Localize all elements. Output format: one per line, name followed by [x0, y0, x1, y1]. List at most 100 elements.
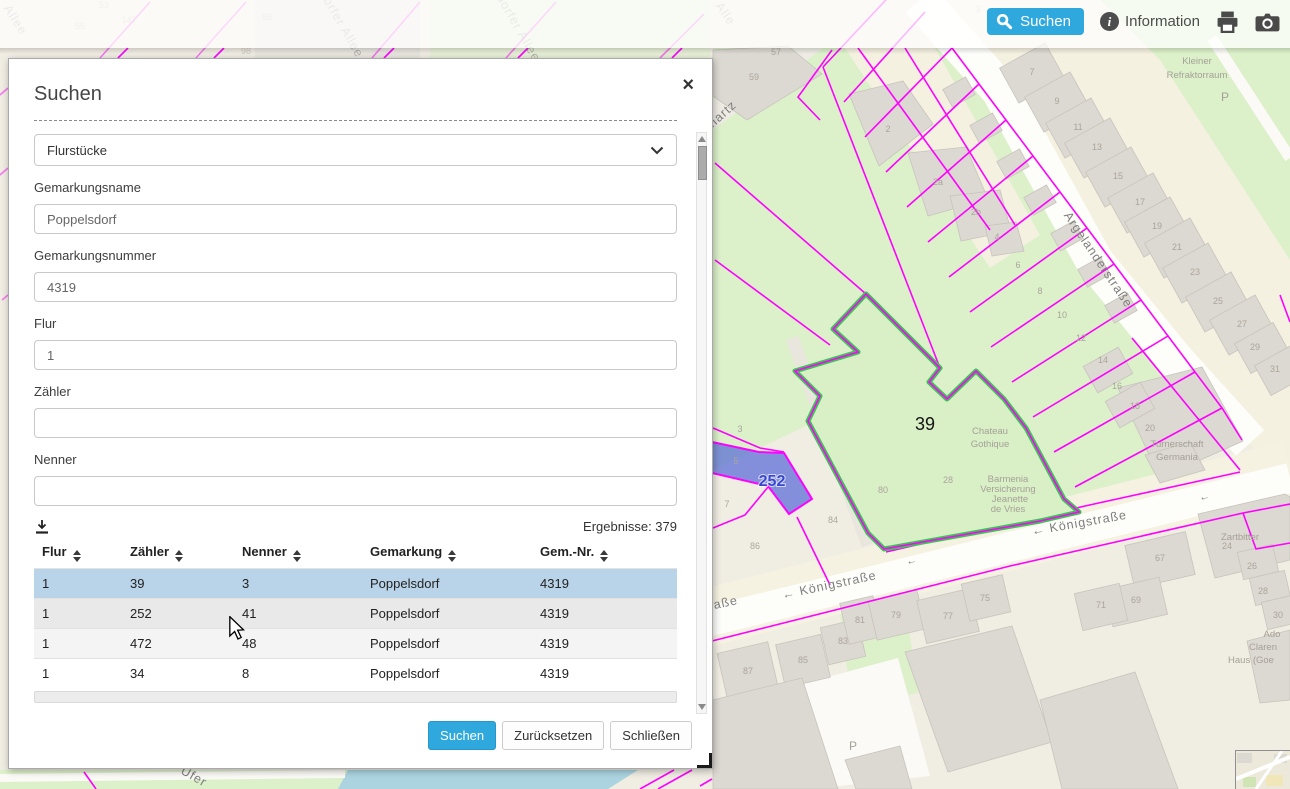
map-label: 79 — [891, 610, 901, 620]
zaehler-input[interactable] — [34, 408, 677, 438]
sort-icon — [293, 550, 301, 562]
dialog-resize-handle[interactable] — [697, 753, 712, 768]
toolbar-search-button[interactable]: Suchen — [987, 8, 1084, 35]
table-cell: 4319 — [532, 569, 677, 599]
table-row[interactable]: 1348Poppelsdorf4319 — [34, 659, 677, 689]
map-label: 75 — [980, 593, 990, 603]
table-row[interactable]: 125241Poppelsdorf4319 — [34, 599, 677, 629]
field-zaehler: Zähler — [34, 384, 677, 438]
map-label: 2 — [885, 124, 890, 134]
map-label: Kleiner — [1182, 56, 1212, 67]
map-label: 69 — [1131, 595, 1141, 605]
table-cell: 4319 — [532, 599, 677, 629]
field-gemarkungsname: Gemarkungsname — [34, 180, 677, 234]
map-label: 59 — [749, 72, 759, 82]
table-cell: 1 — [34, 569, 122, 599]
gemarkungsnummer-label: Gemarkungsnummer — [34, 248, 677, 263]
table-cell: 3 — [234, 569, 362, 599]
print-icon[interactable] — [1216, 11, 1239, 33]
table-row[interactable]: 147248Poppelsdorf4319 — [34, 629, 677, 659]
info-icon: i — [1100, 12, 1119, 31]
map-label: 85 — [798, 655, 808, 665]
column-header[interactable]: Gemarkung — [362, 538, 532, 569]
map-label: 13 — [1092, 142, 1102, 152]
map-label: 26 — [1247, 561, 1257, 571]
screenshot-camera-icon[interactable] — [1255, 12, 1280, 32]
close-button[interactable]: Schließen — [610, 721, 692, 750]
sort-icon — [73, 550, 81, 562]
map-label: 83 — [838, 636, 848, 646]
map-label: 6 — [1015, 260, 1020, 270]
table-cell: 41 — [234, 599, 362, 629]
table-row[interactable]: 1393Poppelsdorf4319 — [34, 569, 677, 599]
download-icon[interactable] — [34, 519, 50, 534]
table-cell: Poppelsdorf — [362, 599, 532, 629]
map-label: Refraktorraum — [1167, 70, 1228, 81]
table-cell: 8 — [234, 659, 362, 689]
dialog-vertical-scrollbar[interactable] — [696, 132, 707, 714]
gemarkungsname-label: Gemarkungsname — [34, 180, 677, 195]
table-cell: 39 — [122, 569, 234, 599]
scrollbar-thumb[interactable] — [698, 146, 707, 180]
table-cell: 4319 — [532, 629, 677, 659]
table-header-row: FlurZählerNennerGemarkungGem.-Nr. — [34, 538, 677, 569]
map-label: 20 — [1145, 423, 1155, 433]
table-cell: 48 — [234, 629, 362, 659]
map-label: 30 — [1273, 610, 1283, 620]
table-cell: 1 — [34, 629, 122, 659]
overview-minimap[interactable] — [1235, 750, 1290, 789]
map-label: 27 — [1237, 319, 1247, 329]
search-type-value: Flurstücke — [47, 143, 107, 158]
nenner-input[interactable] — [34, 476, 677, 506]
map-label: 252 — [759, 473, 786, 490]
dialog-title: Suchen — [34, 83, 677, 106]
search-icon — [996, 13, 1013, 30]
toolbar-information-label: Information — [1125, 13, 1200, 30]
map-label: 5 — [733, 456, 738, 466]
map-label: Ado — [1264, 629, 1281, 640]
map-label: 29 — [1250, 342, 1260, 352]
scroll-down-icon[interactable] — [698, 704, 706, 710]
map-label: 67 — [1155, 553, 1165, 563]
map-label: 14 — [1098, 355, 1108, 365]
reset-button[interactable]: Zurücksetzen — [502, 721, 604, 750]
map-label: Haus (Goe — [1228, 655, 1274, 666]
map-label: 19 — [1152, 221, 1162, 231]
map-label: Claren — [1249, 642, 1277, 653]
gemarkungsnummer-input[interactable] — [34, 272, 677, 302]
table-cell: Poppelsdorf — [362, 569, 532, 599]
column-header[interactable]: Gem.-Nr. — [532, 538, 677, 569]
zaehler-label: Zähler — [34, 384, 677, 399]
scroll-up-icon[interactable] — [698, 136, 706, 142]
table-cell: 1 — [34, 599, 122, 629]
map-label: 12 — [1076, 333, 1086, 343]
map-label: 84 — [828, 515, 838, 525]
sort-icon — [448, 550, 456, 562]
map-label: 4 — [994, 232, 999, 242]
gemarkungsname-input[interactable] — [34, 204, 677, 234]
map-label: 25 — [1213, 296, 1223, 306]
column-header[interactable]: Flur — [34, 538, 122, 569]
flur-input[interactable] — [34, 340, 677, 370]
table-horizontal-scrollbar[interactable] — [34, 691, 677, 703]
map-label: 86 — [750, 541, 760, 551]
map-label: 71 — [1096, 600, 1106, 610]
column-header[interactable]: Nenner — [234, 538, 362, 569]
map-label: 15 — [1113, 171, 1123, 181]
map-label: Germania — [1156, 452, 1198, 463]
map-label: 31 — [1270, 364, 1280, 374]
table-cell: Poppelsdorf — [362, 659, 532, 689]
close-icon[interactable]: × — [682, 75, 694, 95]
toolbar-information-button[interactable]: i Information — [1100, 12, 1200, 31]
map-label: 17 — [1135, 197, 1145, 207]
map-label: 28 — [1258, 586, 1268, 596]
search-submit-button[interactable]: Suchen — [428, 721, 496, 750]
field-nenner: Nenner — [34, 452, 677, 506]
results-count: Ergebnisse: 379 — [583, 519, 677, 534]
map-label: 24 — [1222, 541, 1232, 551]
column-header[interactable]: Zähler — [122, 538, 234, 569]
map-label: P — [1221, 90, 1229, 104]
map-label: 3 — [737, 424, 742, 434]
toolbar: Suchen i Information — [987, 8, 1280, 35]
search-type-select[interactable]: Flurstücke — [34, 134, 677, 166]
